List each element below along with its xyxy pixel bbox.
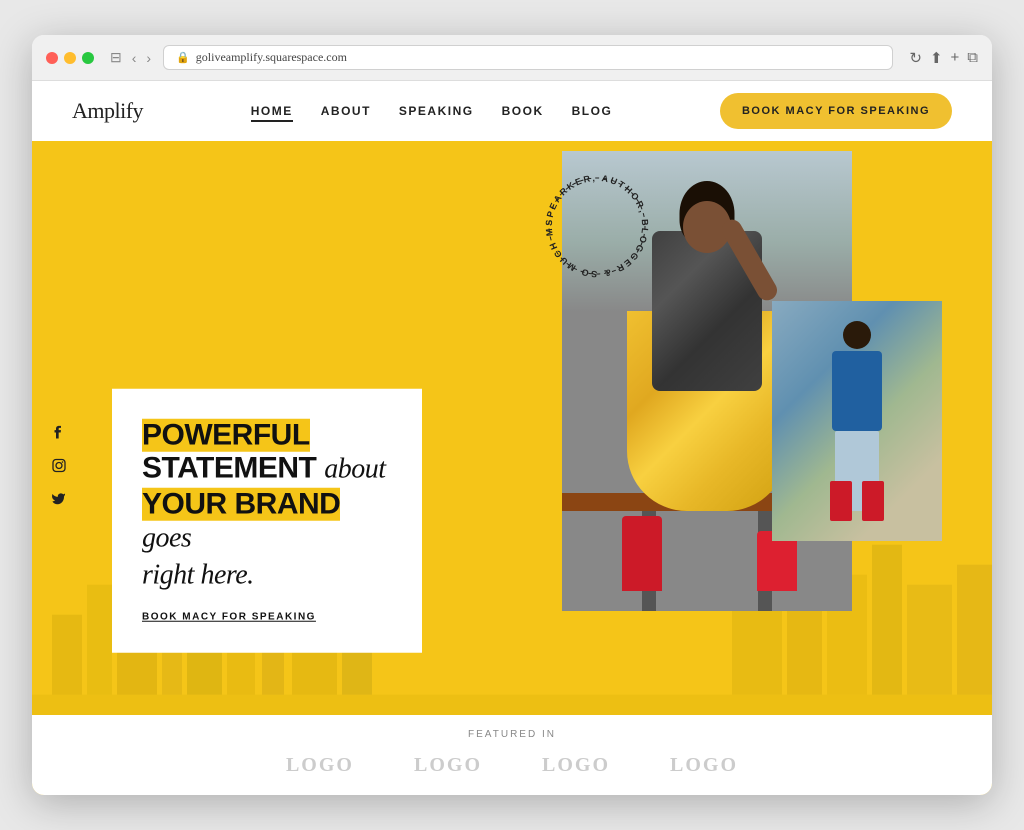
hero-photo-secondary: [772, 301, 942, 541]
traffic-lights: [46, 52, 94, 64]
headline-italic-about: about: [324, 454, 385, 485]
maximize-button[interactable]: [82, 52, 94, 64]
nav-item-speaking[interactable]: SPEAKING: [399, 102, 474, 120]
browser-actions: ↻ ⬆ + ⧉: [909, 49, 978, 67]
nav-item-home[interactable]: HOME: [251, 102, 293, 120]
hero-cta-link[interactable]: BOOK MACY FOR SPEAKING: [142, 612, 316, 623]
browser-window: ⊟ ‹ › 🔒 goliveamplify.squarespace.com ↻ …: [32, 35, 992, 795]
logo-3: LOGO: [542, 754, 610, 777]
site-logo[interactable]: Amplify: [72, 98, 143, 124]
browser-controls: ⊟ ‹ ›: [108, 49, 153, 66]
new-tab-button[interactable]: +: [951, 49, 960, 67]
minimize-button[interactable]: [64, 52, 76, 64]
nav-item-about[interactable]: ABOUT: [321, 102, 371, 120]
nav-links: HOME ABOUT SPEAKING BOOK BLOG: [251, 102, 613, 120]
nav-item-blog[interactable]: BLOG: [572, 102, 613, 120]
tab-overview-button[interactable]: ⧉: [967, 49, 978, 67]
facebook-icon[interactable]: [52, 426, 66, 445]
hero-headline: POWERFUL STATEMENT about YOUR BRAND goes…: [142, 419, 386, 594]
headline-word-your-brand: YOUR BRAND: [142, 488, 340, 521]
back-button[interactable]: ‹: [130, 49, 139, 66]
logo-row: LOGO LOGO LOGO LOGO: [286, 754, 738, 777]
featured-in-section: FEATURED IN LOGO LOGO LOGO LOGO: [32, 715, 992, 795]
logo-4: LOGO: [670, 754, 738, 777]
headline-italic-right-here: right here.: [142, 560, 254, 591]
headline-word-powerful: POWERFUL: [142, 419, 310, 452]
headline-italic-goes: goes: [142, 523, 191, 554]
logo-2: LOGO: [414, 754, 482, 777]
sidebar-toggle-button[interactable]: ⊟: [108, 49, 124, 66]
hero-section: POWERFUL STATEMENT about YOUR BRAND goes…: [32, 141, 992, 795]
featured-label: FEATURED IN: [468, 729, 556, 740]
browser-chrome: ⊟ ‹ › 🔒 goliveamplify.squarespace.com ↻ …: [32, 35, 992, 81]
logo-1: LOGO: [286, 754, 354, 777]
close-button[interactable]: [46, 52, 58, 64]
website-content: Amplify HOME ABOUT SPEAKING BOOK BLOG BO: [32, 81, 992, 795]
instagram-icon[interactable]: [52, 459, 66, 478]
navigation: Amplify HOME ABOUT SPEAKING BOOK BLOG BO: [32, 81, 992, 141]
circular-badge: SPEARKER, AUTHOR, BLOGGER & SO MUCH MORE…: [532, 161, 662, 291]
nav-cta-button[interactable]: BOOK MACY FOR SPEAKING: [720, 93, 952, 129]
nav-item-book[interactable]: BOOK: [502, 102, 544, 120]
nav-link-about[interactable]: ABOUT: [321, 104, 371, 118]
nav-link-blog[interactable]: BLOG: [572, 104, 613, 118]
nav-link-speaking[interactable]: SPEAKING: [399, 104, 474, 118]
url-text: goliveamplify.squarespace.com: [196, 50, 347, 65]
forward-button[interactable]: ›: [144, 49, 153, 66]
nav-link-home[interactable]: HOME: [251, 104, 293, 122]
svg-text:SPEARKER, AUTHOR, BLOGGER & SO: SPEARKER, AUTHOR, BLOGGER & SO MUCH MORE…: [532, 161, 650, 279]
lock-icon: 🔒: [176, 51, 190, 64]
headline-word-statement: STATEMENT: [142, 452, 316, 485]
address-bar[interactable]: 🔒 goliveamplify.squarespace.com: [163, 45, 893, 70]
nav-link-book[interactable]: BOOK: [502, 104, 544, 118]
hero-text-box: POWERFUL STATEMENT about YOUR BRAND goes…: [112, 389, 422, 653]
twitter-icon[interactable]: [52, 492, 66, 511]
social-icons: [52, 426, 66, 511]
reload-button[interactable]: ↻: [909, 49, 922, 67]
share-button[interactable]: ⬆: [930, 49, 943, 67]
